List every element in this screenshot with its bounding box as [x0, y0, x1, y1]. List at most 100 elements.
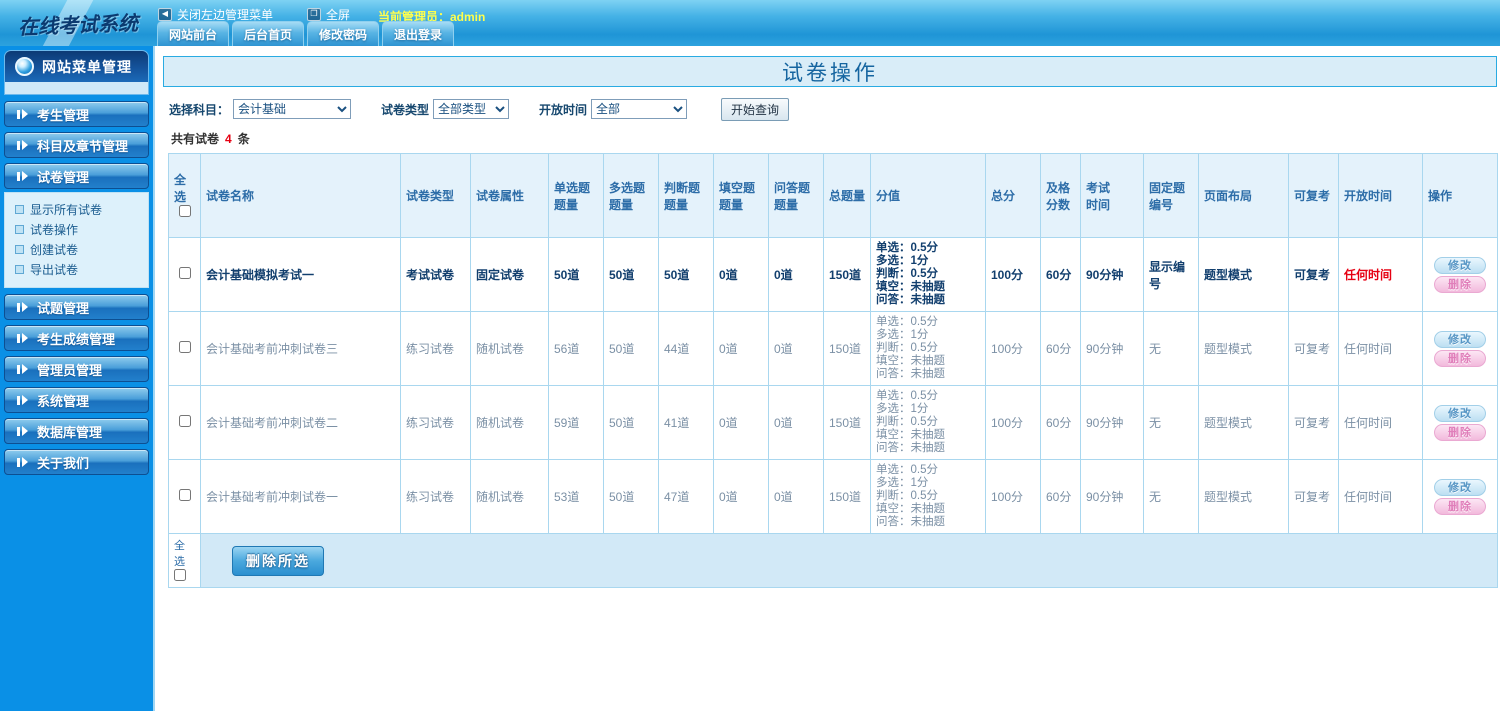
- total-score: 100分: [985, 311, 1041, 386]
- col-pass-score: 及格 分数: [1040, 153, 1081, 238]
- delete-button[interactable]: 删除: [1434, 423, 1486, 441]
- page-layout: 题型模式: [1198, 237, 1289, 312]
- sidebar-header: 网站菜单管理: [4, 50, 149, 82]
- page-title-bar: 试卷操作: [163, 56, 1497, 87]
- sidebar-item-database-management[interactable]: 数据库管理: [4, 418, 149, 444]
- qa-count: 0道: [768, 311, 824, 386]
- judge-count: 50道: [658, 237, 714, 312]
- submenu-item-paper-operation[interactable]: 试卷操作: [15, 219, 148, 239]
- total-count: 150道: [823, 385, 871, 460]
- fullscreen-button[interactable]: ❐ 全屏: [307, 6, 350, 23]
- page-layout: 题型模式: [1198, 459, 1289, 534]
- modify-button[interactable]: 修改: [1434, 404, 1486, 422]
- retake: 可复考: [1288, 385, 1339, 460]
- blank-count: 0道: [713, 385, 769, 460]
- footer-select-all-checkbox[interactable]: [174, 569, 186, 581]
- operations-cell: 修改 删除: [1422, 385, 1498, 460]
- fixed-number: 无: [1143, 459, 1199, 534]
- col-multi-count: 多选题 题量: [603, 153, 659, 238]
- paper-type: 练习试卷: [400, 385, 471, 460]
- delete-button[interactable]: 删除: [1434, 275, 1486, 293]
- row-checkbox[interactable]: [178, 267, 191, 279]
- app-logo-text: 在线考试系统: [17, 10, 138, 39]
- square-bullet-icon: [15, 224, 24, 234]
- paper-type-select[interactable]: 全部类型: [433, 99, 510, 119]
- sidebar-item-subject-chapter-management[interactable]: 科目及章节管理: [4, 132, 149, 158]
- count-suffix: 条: [237, 132, 250, 146]
- total-count: 150道: [823, 459, 871, 534]
- single-count: 50道: [548, 237, 604, 312]
- col-total-score: 总分: [985, 153, 1041, 238]
- tab-site-front[interactable]: 网站前台: [157, 21, 230, 46]
- fixed-number: 显示编号: [1143, 237, 1199, 312]
- judge-count: 47道: [658, 459, 714, 534]
- sidebar-item-examinee-management[interactable]: 考生管理: [4, 101, 149, 127]
- sidebar: 网站菜单管理 考生管理 科目及章节管理 试卷管理 显示所有试卷 试卷操作 创建试…: [0, 46, 155, 711]
- filter-toolbar: 选择科目： 会计基础 试卷类型 全部类型 开放时间 全部 开始查询: [163, 95, 1497, 123]
- total-count: 150道: [823, 311, 871, 386]
- sidebar-header-title: 网站菜单管理: [42, 58, 132, 75]
- score-detail: 单选：0.5分 多选：1分 判断：0.5分 填空：未抽题 问答：未抽题: [870, 237, 986, 312]
- modify-button[interactable]: 修改: [1434, 330, 1486, 348]
- row-checkbox[interactable]: [178, 489, 191, 501]
- sidebar-item-paper-management[interactable]: 试卷管理: [4, 163, 149, 189]
- type-filter-label: 试卷类型: [381, 102, 430, 117]
- col-qa-count: 问答题 题量: [768, 153, 824, 238]
- delete-button[interactable]: 删除: [1434, 349, 1486, 367]
- close-left-menu-button[interactable]: ◀ 关闭左边管理菜单: [158, 6, 273, 23]
- paper-name: 会计基础考前冲刺试卷二: [200, 385, 401, 460]
- modify-button[interactable]: 修改: [1434, 256, 1486, 274]
- count-value: 4: [225, 132, 232, 146]
- retake: 可复考: [1288, 311, 1339, 386]
- multi-count: 50道: [603, 385, 659, 460]
- select-all-checkbox[interactable]: [178, 205, 191, 217]
- sidebar-item-admin-management[interactable]: 管理员管理: [4, 356, 149, 382]
- play-arrow-icon: [17, 364, 28, 374]
- total-count: 150道: [823, 237, 871, 312]
- paper-attr: 随机试卷: [470, 385, 549, 460]
- retake: 可复考: [1288, 237, 1339, 312]
- submenu-item-show-all-papers[interactable]: 显示所有试卷: [15, 199, 148, 219]
- sidebar-item-about-us[interactable]: 关于我们: [4, 449, 149, 475]
- blank-count: 0道: [713, 237, 769, 312]
- tab-admin-home[interactable]: 后台首页: [232, 21, 305, 46]
- submenu-item-export-paper[interactable]: 导出试卷: [15, 259, 148, 279]
- retake: 可复考: [1288, 459, 1339, 534]
- play-arrow-icon: [17, 171, 28, 181]
- col-judge-count: 判断题 题量: [658, 153, 714, 238]
- paper-type: 练习试卷: [400, 311, 471, 386]
- exam-time: 90分钟: [1080, 385, 1144, 460]
- query-button[interactable]: 开始查询: [721, 97, 790, 121]
- fixed-number: 无: [1143, 385, 1199, 460]
- delete-selected-button[interactable]: 删除所选: [232, 545, 324, 576]
- qa-count: 0道: [768, 385, 824, 460]
- paper-attr: 固定试卷: [470, 237, 549, 312]
- row-checkbox[interactable]: [178, 341, 191, 353]
- open-time-select[interactable]: 全部: [591, 99, 688, 119]
- submenu-item-create-paper[interactable]: 创建试卷: [15, 239, 148, 259]
- sidebar-item-score-management[interactable]: 考生成绩管理: [4, 325, 149, 351]
- blank-count: 0道: [713, 311, 769, 386]
- delete-button[interactable]: 删除: [1434, 497, 1486, 515]
- col-single-count: 单选题 题量: [548, 153, 604, 238]
- score-detail: 单选：0.5分 多选：1分 判断：0.5分 填空：未抽题 问答：未抽题: [870, 459, 986, 534]
- judge-count: 41道: [658, 385, 714, 460]
- square-bullet-icon: [15, 204, 24, 214]
- paper-name: 会计基础模拟考试一: [200, 237, 401, 312]
- close-left-menu-label: 关闭左边管理菜单: [177, 7, 274, 22]
- row-checkbox[interactable]: [178, 415, 191, 427]
- modify-button[interactable]: 修改: [1434, 478, 1486, 496]
- sidebar-item-system-management[interactable]: 系统管理: [4, 387, 149, 413]
- col-open-time: 开放时间: [1338, 153, 1423, 238]
- single-count: 59道: [548, 385, 604, 460]
- subject-select[interactable]: 会计基础: [233, 99, 352, 119]
- qa-count: 0道: [768, 459, 824, 534]
- sidebar-item-question-management[interactable]: 试题管理: [4, 294, 149, 320]
- col-operations: 操作: [1422, 153, 1498, 238]
- tab-logout[interactable]: 退出登录: [382, 21, 455, 46]
- footer-select-all-cell: 全选: [168, 533, 201, 588]
- col-blank-count: 填空题 题量: [713, 153, 769, 238]
- qa-count: 0道: [768, 237, 824, 312]
- tab-change-password[interactable]: 修改密码: [307, 21, 380, 46]
- play-arrow-icon: [17, 457, 28, 467]
